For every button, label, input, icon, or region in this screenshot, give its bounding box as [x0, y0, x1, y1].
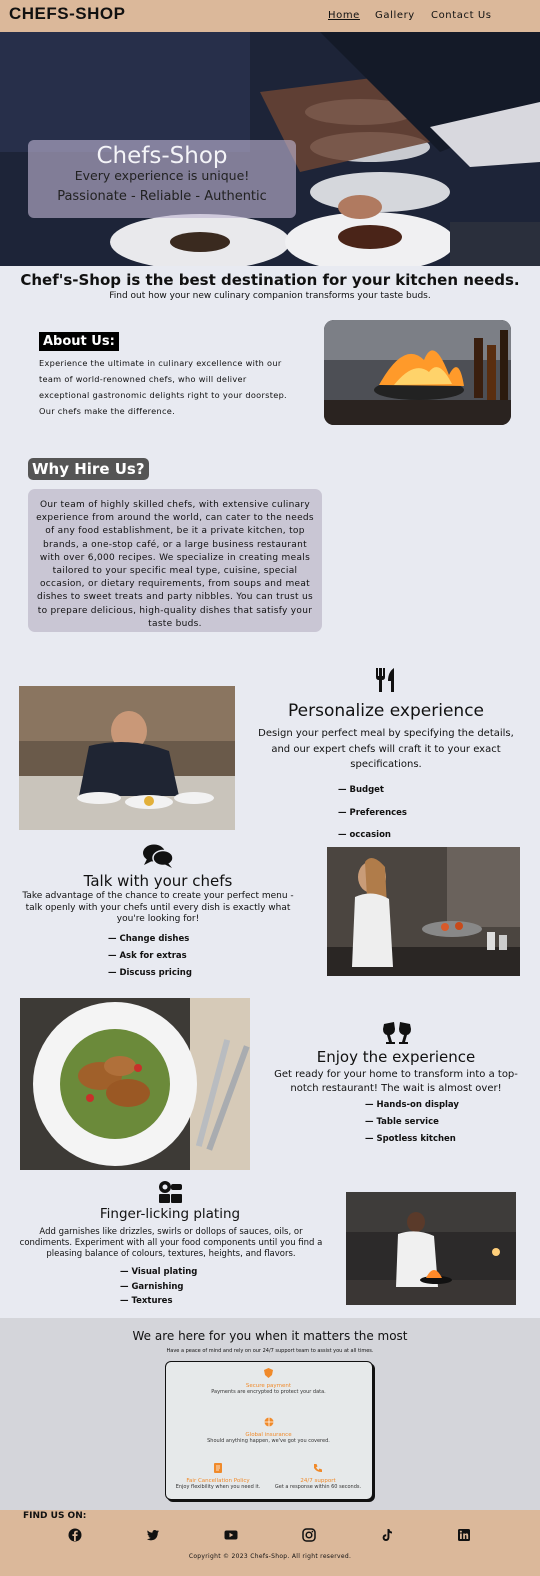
feature-list-enjoy: — Hands-on display — Table service — Spo… [365, 1097, 459, 1148]
support-item-global-insurance: Global insurance Should anything happen,… [166, 1414, 371, 1444]
hero-overlay-box: Chefs-Shop Every experience is unique! P… [28, 140, 296, 218]
phone-icon [314, 1464, 322, 1473]
hero-subtitle: Every experience is unique! [74, 168, 250, 183]
list-item: — Discuss pricing [108, 968, 192, 978]
support-item-cancellation: Fair Cancellation Policy Enjoy flexibili… [168, 1460, 268, 1490]
tiktok-icon[interactable] [380, 1528, 394, 1542]
list-item: — Change dishes [108, 934, 190, 944]
support-heading: We are here for you when it matters the … [132, 1329, 408, 1343]
hero-title: Chefs-Shop [96, 143, 228, 169]
support-card: Secure payment Payments are encrypted to… [165, 1361, 373, 1500]
twitter-icon[interactable] [146, 1528, 160, 1542]
feature-desc-enjoy: Get ready for your home to transform int… [274, 1069, 518, 1094]
support-item-24-7: 24/7 support Get a response within 60 se… [268, 1460, 368, 1490]
kitchen-set-icon [159, 1181, 182, 1203]
grilled-chicken-plate-photo [20, 998, 250, 1170]
feature-desc-personalize: Design your perfect meal by specifying t… [258, 728, 514, 770]
hero-tagline: Passionate - Reliable - Authentic [57, 189, 267, 204]
comments-icon [143, 844, 174, 868]
feature-title-talk: Talk with your chefs [83, 872, 233, 890]
support-text: Have a peace of mind and rely on our 24/… [166, 1348, 374, 1354]
list-item: — Table service [365, 1117, 439, 1127]
feature-desc-plating: Add garnishes like drizzles, swirls or d… [19, 1227, 323, 1259]
chef-cooking-photo [327, 847, 520, 976]
nav-link-home[interactable]: Home [328, 10, 360, 21]
list-item: — Textures [120, 1296, 173, 1306]
linkedin-icon[interactable] [457, 1528, 471, 1542]
globe-icon [264, 1417, 273, 1427]
footer: FIND US ON: Copyright © 2023 Chefs-Shop.… [0, 1510, 540, 1576]
shield-icon [264, 1368, 273, 1378]
feature-desc-talk: Take advantage of the chance to create y… [22, 891, 294, 924]
youtube-icon[interactable] [224, 1528, 238, 1542]
hero-banner: Chefs-Shop Every experience is unique! P… [0, 32, 540, 266]
support-item-desc: Payments are encrypted to protect your d… [211, 1389, 326, 1395]
feature-list-talk: — Change dishes — Ask for extras — Discu… [108, 931, 192, 982]
support-item-secure-payment: Secure payment Payments are encrypted to… [166, 1365, 371, 1395]
support-item-desc: Should anything happen, we've got you co… [207, 1438, 330, 1444]
copyright-text: Copyright © 2023 Chefs-Shop. All right r… [188, 1553, 352, 1560]
document-icon [214, 1463, 222, 1473]
list-item: — Budget [338, 785, 384, 795]
list-item: — Hands-on display [365, 1100, 459, 1110]
why-heading: Why Hire Us? [28, 458, 149, 480]
about-image-flambe [324, 320, 511, 425]
nav-link-contact[interactable]: Contact Us [431, 10, 492, 21]
feature-title-enjoy: Enjoy the experience [316, 1048, 476, 1066]
list-item: — Ask for extras [108, 951, 187, 961]
brand-logo[interactable]: CHEFS-SHOP [9, 4, 125, 24]
champagne-glasses-icon [383, 1022, 411, 1044]
nav-link-gallery[interactable]: Gallery [375, 10, 415, 21]
feature-title-personalize: Personalize experience [288, 701, 484, 721]
list-item: — Spotless kitchen [365, 1134, 456, 1144]
intro-text: Find out how your new culinary companion… [109, 291, 431, 301]
list-item: — Garnishing [120, 1281, 184, 1292]
utensils-icon [376, 668, 394, 692]
why-text-box: Our team of highly skilled chefs, with e… [28, 489, 322, 632]
support-item-desc: Get a response within 60 seconds. [274, 1484, 362, 1490]
list-item: — Visual plating [120, 1267, 198, 1277]
support-item-desc: Enjoy flexibility when you need it. [175, 1484, 261, 1490]
top-navbar: CHEFS-SHOP Home Gallery Contact Us [0, 0, 540, 32]
instagram-icon[interactable] [302, 1528, 316, 1542]
chef-plating-photo [19, 686, 235, 830]
feature-list-plating: — Visual plating — Garnishing — Textures [120, 1265, 197, 1309]
chef-kitchen-photo [346, 1192, 516, 1305]
feature-list-personalize: — Budget — Preferences — occasion [338, 779, 407, 847]
feature-title-plating: Finger-licking plating [99, 1206, 241, 1222]
intro-heading: Chef's-Shop is the best destination for … [20, 271, 520, 289]
why-text: Our team of highly skilled chefs, with e… [36, 500, 314, 629]
list-item: — Preferences [338, 807, 407, 818]
support-section: We are here for you when it matters the … [0, 1318, 540, 1510]
find-us-label: FIND US ON: [23, 1511, 87, 1521]
list-item: — occasion [338, 830, 391, 840]
facebook-icon[interactable] [68, 1528, 82, 1542]
about-heading: About Us: [39, 332, 119, 351]
about-text: Experience the ultimate in culinary exce… [39, 358, 287, 416]
